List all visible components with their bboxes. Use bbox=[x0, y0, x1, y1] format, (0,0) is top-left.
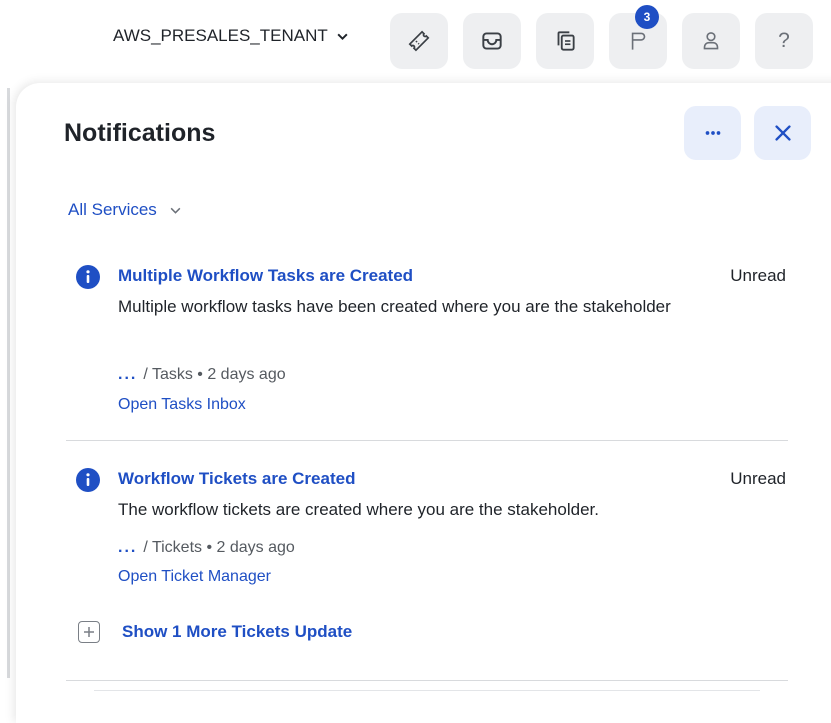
panel-title: Notifications bbox=[64, 119, 216, 147]
notification-status: Unread bbox=[730, 469, 786, 488]
show-more-button[interactable]: Show 1 More Tickets Update bbox=[78, 621, 352, 643]
open-ticket-manager-link[interactable]: Open Ticket Manager bbox=[118, 566, 271, 588]
show-more-label: Show 1 More Tickets Update bbox=[122, 622, 353, 641]
service-filter-dropdown[interactable]: All Services bbox=[68, 200, 182, 220]
close-button[interactable] bbox=[754, 106, 811, 160]
help-button[interactable]: ? bbox=[755, 13, 813, 69]
profile-button[interactable] bbox=[682, 13, 740, 69]
breadcrumb-ellipsis[interactable]: ... bbox=[118, 366, 137, 383]
top-bar: AWS_PRESALES_TENANT 3 ? bbox=[0, 0, 831, 80]
notification-count-badge: 3 bbox=[635, 5, 659, 29]
more-options-button[interactable] bbox=[684, 106, 741, 160]
left-rail bbox=[7, 88, 10, 678]
plus-square-icon bbox=[78, 621, 100, 643]
info-icon bbox=[76, 468, 100, 492]
info-icon bbox=[76, 265, 100, 289]
notification-path: / Tasks • 2 days ago bbox=[143, 366, 286, 383]
user-icon bbox=[703, 32, 719, 50]
ticket-icon bbox=[408, 30, 430, 52]
ellipsis-icon bbox=[705, 131, 720, 135]
footer-divider bbox=[66, 680, 788, 681]
notification-title[interactable]: Workflow Tickets are Created bbox=[118, 468, 355, 490]
notification-body: Multiple workflow tasks have been create… bbox=[118, 297, 671, 316]
notification-title[interactable]: Multiple Workflow Tasks are Created bbox=[118, 265, 413, 287]
notification-divider bbox=[66, 440, 788, 441]
notification-body: The workflow tickets are created where y… bbox=[118, 500, 599, 519]
notification-meta: ... / Tickets • 2 days ago bbox=[118, 537, 295, 559]
service-filter-label: All Services bbox=[68, 200, 157, 219]
tickets-button[interactable] bbox=[390, 13, 448, 69]
chevron-down-icon bbox=[170, 207, 181, 214]
breadcrumb-ellipsis[interactable]: ... bbox=[118, 539, 137, 556]
notification-item: Multiple Workflow Tasks are Created Unre… bbox=[68, 265, 788, 415]
tenant-name: AWS_PRESALES_TENANT bbox=[113, 26, 328, 45]
notifications-button[interactable]: 3 bbox=[609, 5, 667, 69]
inbox-button[interactable] bbox=[463, 13, 521, 69]
notification-status: Unread bbox=[730, 266, 786, 285]
copy-list-icon bbox=[557, 31, 575, 51]
open-tasks-inbox-link[interactable]: Open Tasks Inbox bbox=[118, 394, 246, 416]
notification-item: Workflow Tickets are Created Unread The … bbox=[68, 468, 788, 588]
inbox-icon bbox=[482, 32, 502, 50]
documents-button[interactable] bbox=[536, 13, 594, 69]
notifications-panel: Notifications All Services Multiple Work… bbox=[16, 83, 831, 723]
tenant-selector[interactable]: AWS_PRESALES_TENANT bbox=[113, 22, 349, 50]
chevron-down-icon bbox=[337, 33, 348, 40]
notification-meta: ... / Tasks • 2 days ago bbox=[118, 364, 286, 386]
flag-icon bbox=[631, 32, 646, 50]
close-icon bbox=[774, 125, 791, 141]
help-icon: ? bbox=[778, 29, 790, 52]
notification-path: / Tickets • 2 days ago bbox=[143, 539, 295, 556]
footer-divider-inner bbox=[94, 690, 760, 691]
